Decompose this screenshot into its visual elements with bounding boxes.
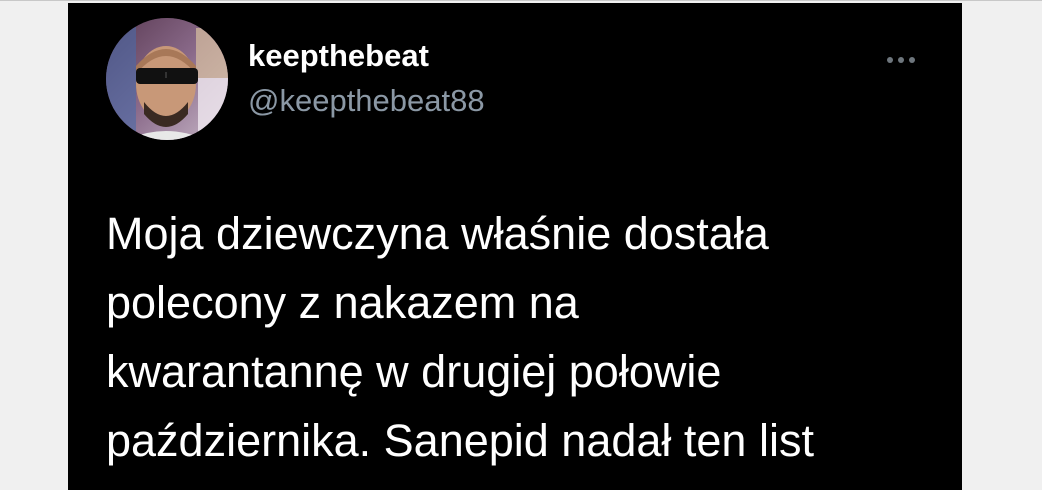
tweet-text: Moja dziewczyna właśnie dostała polecony… <box>106 199 946 475</box>
tweet-text-line: Moja dziewczyna właśnie dostała <box>106 208 769 259</box>
avatar-photo-icon <box>106 18 228 140</box>
tweet-text-line: kwarantannę w drugiej połowie <box>106 346 722 397</box>
author-handle[interactable]: @keepthebeat88 <box>248 81 485 121</box>
tweet-text-line: października. Sanepid nadał ten list <box>106 415 814 466</box>
tweet-text-line: polecony z nakazem na <box>106 277 579 328</box>
author-display-name[interactable]: keepthebeat <box>248 36 429 76</box>
avatar[interactable] <box>106 18 228 140</box>
more-options-button[interactable] <box>880 45 922 75</box>
ellipsis-icon <box>887 57 915 63</box>
screenshot-page: keepthebeat @keepthebeat88 Moja dziewczy… <box>0 0 1042 490</box>
tweet-card[interactable]: keepthebeat @keepthebeat88 Moja dziewczy… <box>68 3 962 490</box>
